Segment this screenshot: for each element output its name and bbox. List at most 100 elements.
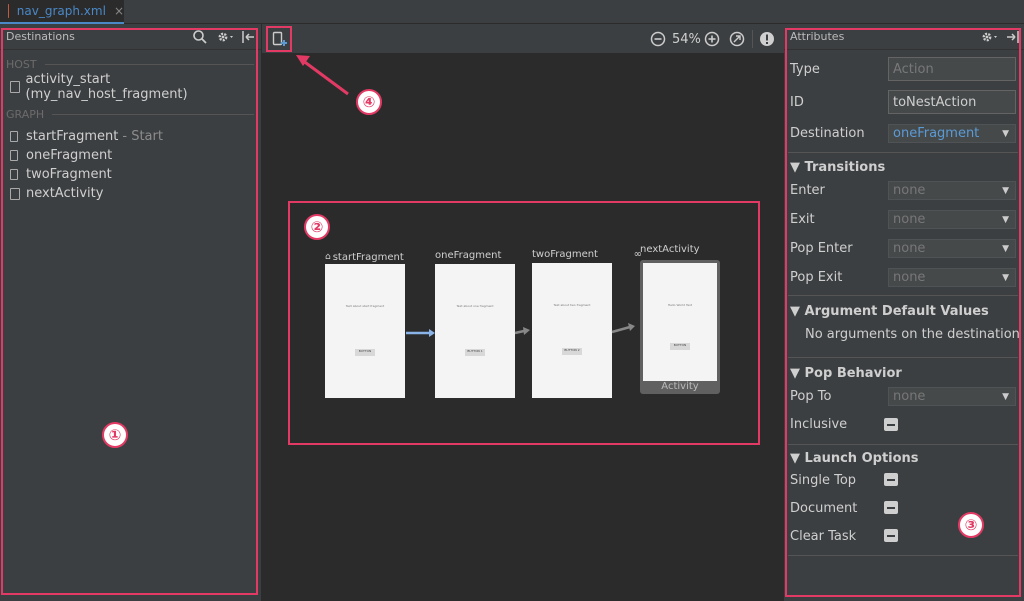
annotation-badge-3: ③: [958, 512, 984, 538]
destination-label: nextActivity: [26, 186, 104, 201]
single-top-label: Single Top: [790, 473, 857, 488]
exit-value: none: [893, 212, 926, 227]
expand-arrow-icon: ▼: [790, 304, 805, 319]
destination-item-next-activity[interactable]: nextActivity: [10, 184, 163, 203]
preview-text: Hello World Text: [667, 303, 693, 307]
annotation-badge-2: ②: [304, 214, 330, 240]
pop-to-dropdown[interactable]: none ▼: [888, 387, 1016, 406]
zoom-level: 54%: [672, 32, 701, 47]
activity-icon: [10, 187, 20, 200]
activity-node-next[interactable]: nextActivity Hello World Text BUTTON Act…: [640, 244, 720, 394]
annotation-badge-1: ①: [102, 422, 128, 448]
transitions-section-toggle[interactable]: ▼ Transitions: [790, 160, 885, 175]
pop-to-label: Pop To: [790, 389, 832, 404]
clear-task-label: Clear Task: [790, 529, 857, 544]
pop-enter-dropdown[interactable]: none ▼: [888, 239, 1016, 258]
preview-text: Text about start fragment: [345, 304, 385, 308]
inclusive-label: Inclusive: [790, 417, 848, 432]
destination-item-two[interactable]: twoFragment: [10, 165, 163, 184]
type-label: Type: [790, 62, 820, 77]
graph-editor: 54% ④ ② ⌂ startFragment Text about start …: [262, 24, 784, 601]
activity-label: nextActivity: [640, 244, 700, 255]
preview-button: BUTTON: [355, 349, 375, 356]
destination-label: Destination: [790, 126, 865, 141]
zoom-to-fit-icon[interactable]: [729, 31, 745, 47]
launch-options-section-toggle[interactable]: ▼ Launch Options: [790, 451, 919, 466]
action-arrows: [406, 323, 635, 337]
zoom-in-icon[interactable]: [704, 31, 720, 47]
host-item-label: activity_start (my_nav_host_fragment): [25, 71, 188, 102]
separator: [788, 152, 1018, 153]
type-field[interactable]: Action: [888, 57, 1016, 81]
destination-item-start[interactable]: startFragment - Start: [10, 127, 163, 146]
launch-options-title: Launch Options: [804, 451, 919, 466]
dropdown-arrow-icon: ▼: [1002, 243, 1009, 254]
exit-label: Exit: [790, 212, 815, 227]
editor-tab-bar: nav_graph.xml ×: [0, 0, 1024, 24]
dropdown-arrow-icon: ▼: [1002, 214, 1009, 225]
inclusive-checkbox[interactable]: [884, 418, 898, 431]
enter-dropdown[interactable]: none ▼: [888, 181, 1016, 200]
single-top-checkbox[interactable]: [884, 473, 898, 486]
document-checkbox[interactable]: [884, 501, 898, 514]
tab-label: nav_graph.xml: [16, 4, 106, 18]
start-tag: - Start: [122, 129, 163, 144]
transitions-title: Transitions: [804, 160, 886, 175]
pop-behavior-section-toggle[interactable]: ▼ Pop Behavior: [790, 366, 902, 381]
warning-icon[interactable]: [759, 31, 775, 47]
expand-arrow-icon: ▼: [790, 451, 805, 466]
pop-behavior-title: Pop Behavior: [804, 366, 902, 381]
pop-exit-value: none: [893, 270, 926, 285]
id-field[interactable]: toNestAction: [888, 90, 1016, 114]
host-section-header: HOST: [6, 58, 254, 71]
clear-task-checkbox[interactable]: [884, 529, 898, 542]
separator: [788, 295, 1018, 296]
dropdown-arrow-icon: ▼: [1002, 185, 1009, 196]
enter-value: none: [893, 183, 926, 198]
preview-text: Text about one fragment: [456, 304, 494, 308]
preview-button: BUTTON: [670, 343, 690, 350]
fragment-node-start[interactable]: ⌂ startFragment Text about start fragment…: [325, 250, 405, 398]
pop-enter-label: Pop Enter: [790, 241, 853, 256]
arguments-section-toggle[interactable]: ▼ Argument Default Values: [790, 304, 989, 319]
preview-button: BUTTON 2: [562, 348, 582, 355]
zoom-out-icon[interactable]: [650, 31, 666, 47]
expand-arrow-icon: ▼: [790, 366, 805, 381]
tab-nav-graph[interactable]: nav_graph.xml ×: [0, 0, 124, 24]
activity-frame: Hello World Text BUTTON Activity: [640, 260, 720, 394]
close-icon[interactable]: ×: [114, 4, 124, 18]
annotation-badge-4: ④: [356, 89, 382, 115]
new-destination-icon[interactable]: [272, 31, 288, 48]
pop-exit-label: Pop Exit: [790, 270, 843, 285]
graph-header-label: GRAPH: [6, 108, 45, 121]
fragment-label: twoFragment: [532, 249, 598, 260]
xml-file-icon: [8, 4, 9, 18]
separator: [788, 444, 1018, 445]
home-icon: ⌂: [325, 252, 331, 262]
enter-label: Enter: [790, 183, 825, 198]
pop-exit-dropdown[interactable]: none ▼: [888, 268, 1016, 287]
separator: [788, 555, 1018, 556]
separator: [788, 357, 1018, 358]
toolbar-divider: [752, 30, 753, 48]
destination-item-one[interactable]: oneFragment: [10, 146, 163, 165]
attributes-panel: Attributes Type Action ID toNestAction D…: [784, 24, 1024, 601]
host-item[interactable]: activity_start (my_nav_host_fragment): [10, 72, 261, 102]
destination-label: oneFragment: [26, 148, 113, 163]
annotation-arrow: [296, 55, 349, 96]
host-header-label: HOST: [6, 58, 37, 71]
action-arrow: [514, 329, 525, 335]
pop-enter-value: none: [893, 241, 926, 256]
destination-dropdown[interactable]: oneFragment ▼: [888, 124, 1016, 143]
id-label: ID: [790, 95, 804, 110]
dropdown-arrow-icon: ▼: [1002, 128, 1009, 139]
activity-footer: Activity: [661, 381, 699, 392]
expand-arrow-icon: ▼: [790, 160, 805, 175]
destination-label: startFragment: [26, 129, 119, 144]
exit-dropdown[interactable]: none ▼: [888, 210, 1016, 229]
preview-button: BUTTON 1: [465, 349, 485, 356]
arguments-title: Argument Default Values: [804, 304, 989, 319]
fragment-label: oneFragment: [435, 250, 502, 261]
arguments-empty-text: No arguments on the destination: [805, 327, 1020, 342]
destination-value: oneFragment: [893, 126, 980, 141]
